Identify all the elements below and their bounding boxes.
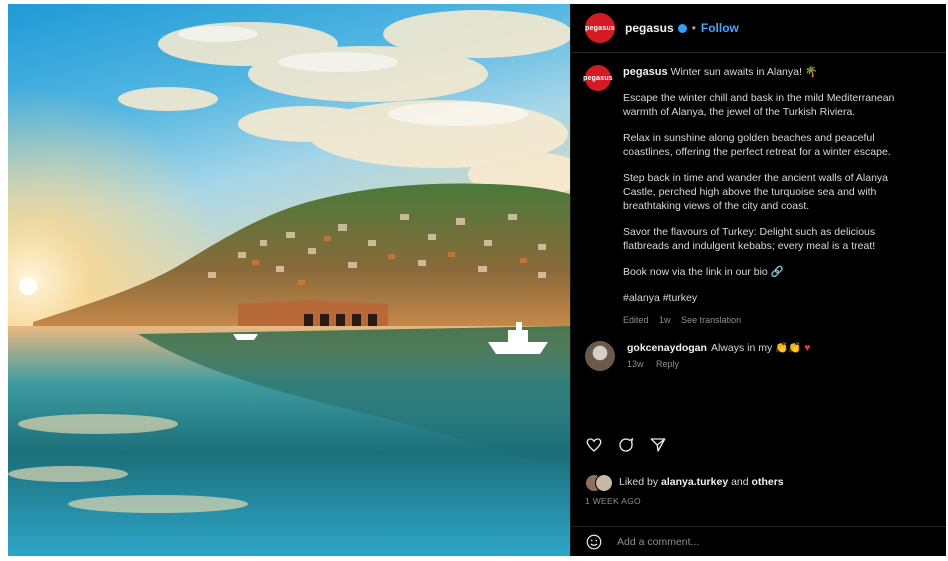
add-comment-bar: [571, 526, 946, 556]
add-comment-input[interactable]: [615, 535, 869, 549]
post-caption: pegasus pegasus Winter sun awaits in Ala…: [571, 53, 946, 327]
liker-avatars: [585, 474, 613, 492]
likes-others-link[interactable]: others: [752, 476, 784, 488]
verified-badge-icon: [677, 23, 687, 33]
account-avatar[interactable]: pegasus: [585, 13, 615, 43]
post-modal: pegasus pegasus • Follow pegasus pegasus…: [8, 4, 946, 556]
comment-item: gokcenaydogan Always in my 👏👏 ♥ 13w Reply: [571, 327, 946, 371]
comment-age: 13w: [627, 359, 644, 369]
likes-and-label: and: [731, 476, 749, 488]
caption-paragraph-4: Step back in time and wander the ancient…: [623, 172, 888, 212]
caption-paragraph-2: Escape the winter chill and bask in the …: [623, 92, 895, 118]
emoji-smile-icon[interactable]: [585, 533, 603, 551]
comment-bubble-icon[interactable]: [617, 436, 635, 454]
caption-username[interactable]: pegasus: [623, 66, 668, 78]
liker-username[interactable]: alanya.turkey: [661, 476, 728, 488]
caption-avatar[interactable]: pegasus: [583, 65, 613, 91]
caption-paragraph-1: pegasus Winter sun awaits in Alanya! 🌴: [623, 65, 923, 79]
caption-paragraph-3: Relax in sunshine along golden beaches a…: [623, 132, 891, 158]
see-translation-link[interactable]: See translation: [681, 315, 741, 325]
alanya-coast-photo: [8, 4, 570, 556]
commenter-avatar[interactable]: [585, 341, 615, 371]
post-timestamp: 1 WEEK AGO: [585, 496, 641, 506]
comment-reply-button[interactable]: Reply: [656, 359, 679, 369]
share-send-icon[interactable]: [649, 436, 667, 454]
separator-dot: •: [691, 21, 696, 35]
post-header: pegasus pegasus • Follow: [571, 4, 946, 53]
caption-age: 1w: [659, 315, 671, 325]
heart-icon: ♥: [804, 342, 811, 354]
comment-text: Always in my 👏👏: [710, 342, 802, 354]
edited-label: Edited: [623, 315, 649, 325]
liked-by-label: Liked by: [619, 476, 659, 488]
post-actions: [585, 436, 667, 454]
comment-meta: 13w Reply: [627, 357, 810, 371]
commenter-username[interactable]: gokcenaydogan: [627, 342, 707, 354]
caption-paragraph-5: Savor the flavours of Turkey: Delight su…: [623, 226, 876, 252]
post-photo[interactable]: [8, 4, 570, 556]
caption-paragraph-6: Book now via the link in our bio 🔗: [623, 266, 784, 278]
likes-summary[interactable]: Liked by alanya.turkey and others: [585, 474, 784, 492]
caption-meta: Edited 1w See translation: [623, 313, 923, 327]
caption-body: pegasus Winter sun awaits in Alanya! 🌴 E…: [623, 65, 923, 327]
comment-body: gokcenaydogan Always in my 👏👏 ♥ 13w Reply: [627, 341, 810, 371]
account-username[interactable]: pegasus: [625, 21, 674, 35]
caption-headline: Winter sun awaits in Alanya! 🌴: [670, 66, 818, 78]
follow-button[interactable]: Follow: [701, 21, 739, 35]
caption-hashtags[interactable]: #alanya #turkey: [623, 291, 923, 305]
like-heart-icon[interactable]: [585, 436, 603, 454]
post-side-panel: pegasus pegasus • Follow pegasus pegasus…: [570, 4, 946, 556]
